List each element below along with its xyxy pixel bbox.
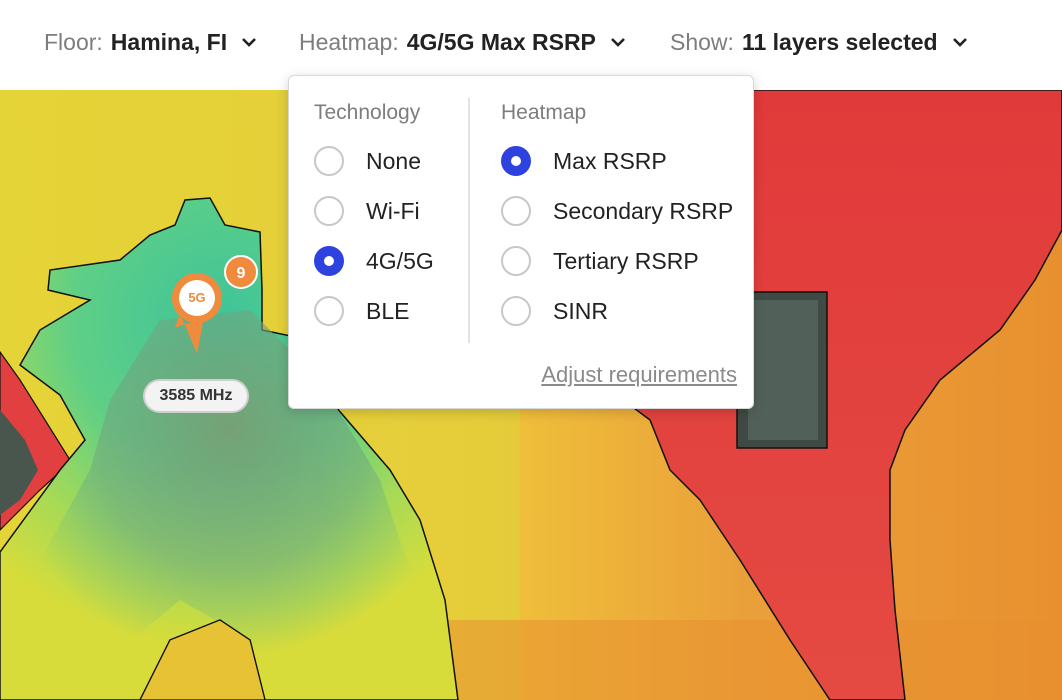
- chevron-down-icon: [610, 38, 625, 47]
- heatmap-title: Heatmap: [501, 101, 587, 124]
- heatmap-option-sinr[interactable]: SINR: [501, 292, 608, 330]
- option-label: Tertiary RSRP: [553, 247, 699, 274]
- heatmap-option-max-rsrp[interactable]: Max RSRP: [501, 142, 667, 180]
- radio-button[interactable]: [501, 296, 531, 326]
- technology-option-4g5g[interactable]: 4G/5G: [314, 242, 434, 280]
- option-label: Secondary RSRP: [553, 197, 734, 224]
- radio-button[interactable]: [501, 196, 531, 226]
- floor-value: Hamina, FI: [110, 28, 228, 55]
- heatmap-option-tertiary-rsrp[interactable]: Tertiary RSRP: [501, 242, 699, 280]
- access-point-marker[interactable]: [169, 270, 225, 356]
- heatmap-label: Heatmap:: [299, 28, 399, 55]
- show-layers-selector[interactable]: Show: 11 layers selected: [670, 22, 970, 62]
- radio-button[interactable]: [501, 246, 531, 276]
- heatmap-selector[interactable]: Heatmap: 4G/5G Max RSRP: [299, 22, 628, 62]
- ap-frequency-label: 3585 MHz: [143, 379, 249, 413]
- heatmap-value: 4G/5G Max RSRP: [406, 28, 596, 55]
- option-label: BLE: [366, 297, 410, 324]
- adjust-requirements-link[interactable]: Adjust requirements: [541, 362, 737, 388]
- option-label: 4G/5G: [366, 247, 434, 274]
- technology-option-wifi[interactable]: Wi-Fi: [314, 192, 420, 230]
- chevron-down-icon: [242, 38, 257, 47]
- option-label: Max RSRP: [553, 147, 667, 174]
- radio-button-selected[interactable]: [501, 146, 531, 176]
- technology-title: Technology: [314, 101, 421, 124]
- radio-button[interactable]: [314, 146, 344, 176]
- ap-count-badge[interactable]: 9: [224, 255, 258, 289]
- heatmap-dropdown-panel: Technology None Wi-Fi 4G/5G BLE Heatmap …: [288, 75, 754, 409]
- floor-label: Floor:: [44, 28, 103, 55]
- technology-option-none[interactable]: None: [314, 142, 421, 180]
- floor-selector[interactable]: Floor: Hamina, FI: [44, 22, 259, 62]
- radio-button[interactable]: [314, 296, 344, 326]
- option-label: SINR: [553, 297, 608, 324]
- radio-button[interactable]: [314, 196, 344, 226]
- chevron-down-icon: [952, 38, 967, 47]
- radio-button-selected[interactable]: [314, 246, 344, 276]
- column-divider: [468, 98, 470, 343]
- heatmap-option-secondary-rsrp[interactable]: Secondary RSRP: [501, 192, 733, 230]
- technology-option-ble[interactable]: BLE: [314, 292, 409, 330]
- show-label: Show:: [670, 28, 734, 55]
- option-label: Wi-Fi: [366, 197, 420, 224]
- option-label: None: [366, 147, 421, 174]
- show-value: 11 layers selected: [741, 28, 938, 55]
